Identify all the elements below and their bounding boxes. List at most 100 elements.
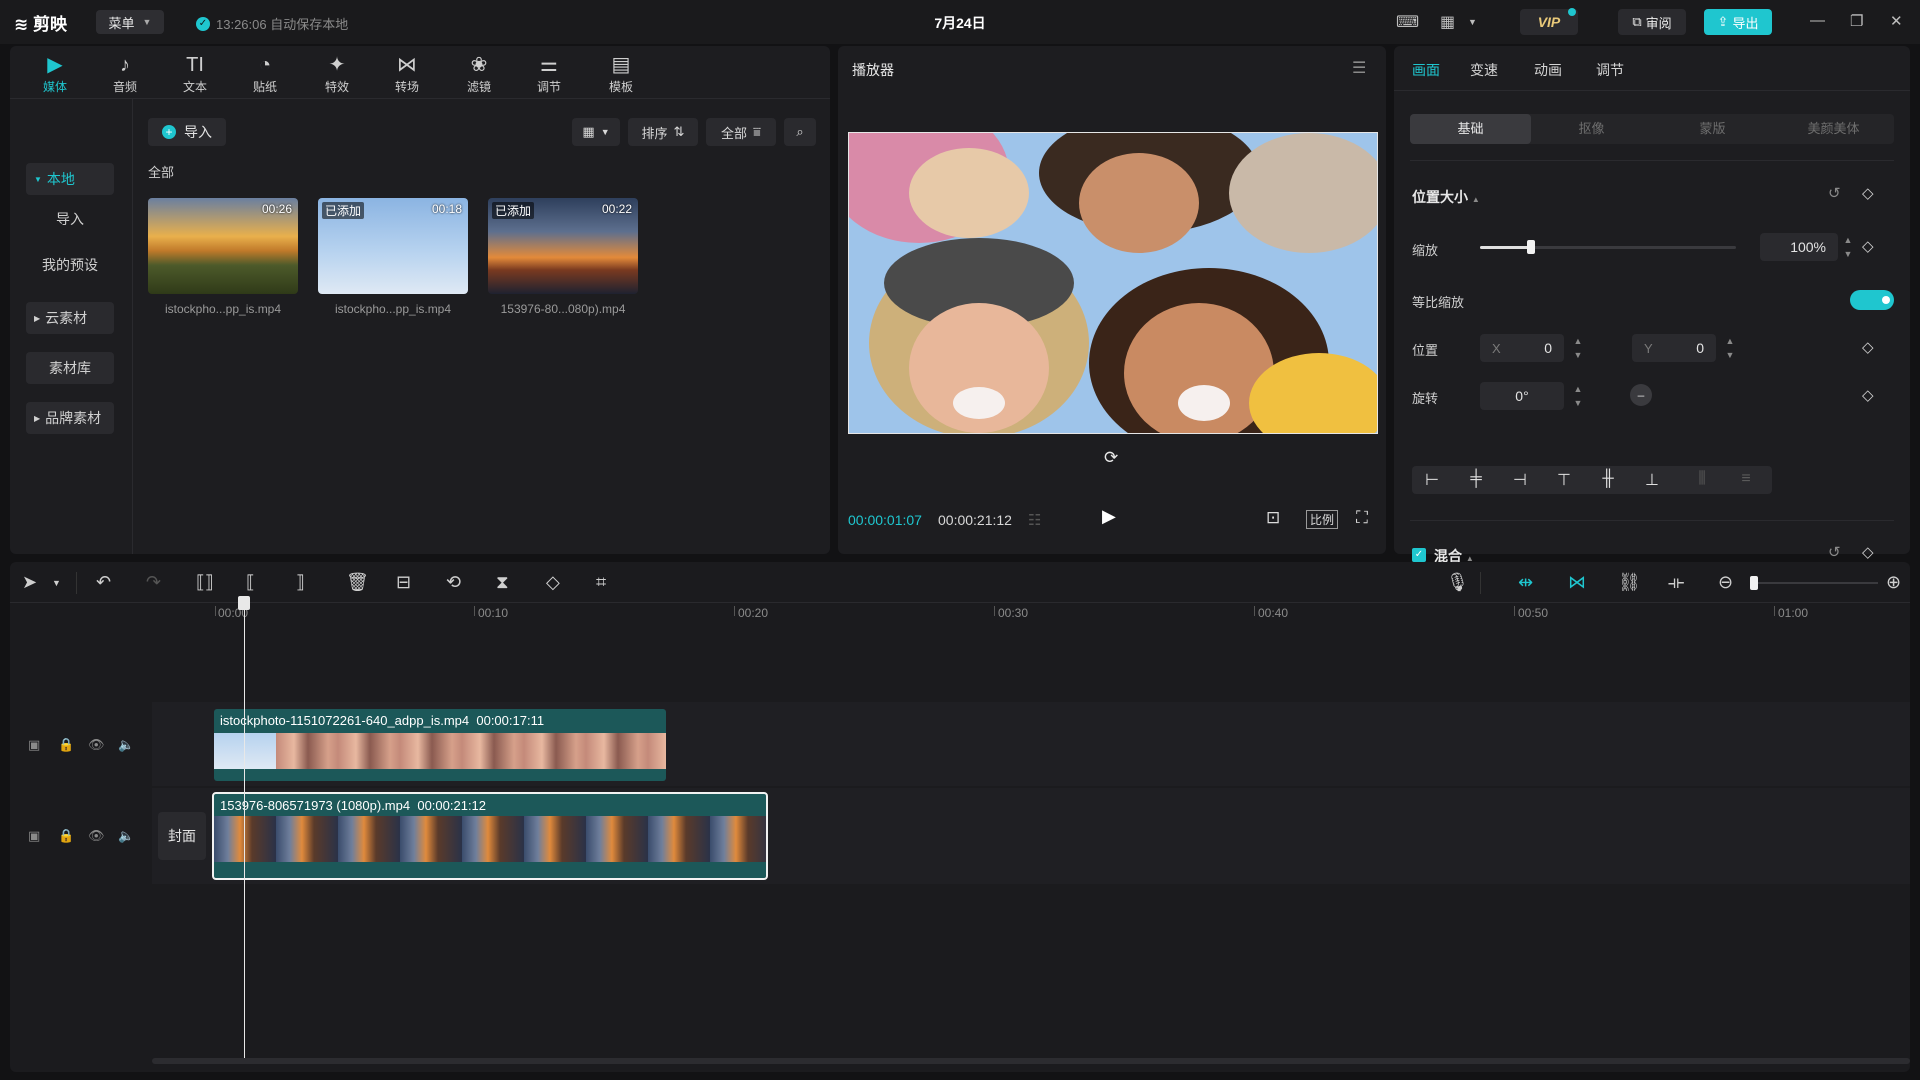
align-bottom-icon[interactable]: ⊥ — [1632, 470, 1672, 490]
split-icon[interactable]: ⟦⟧ — [196, 572, 214, 593]
zoom-out-icon[interactable]: ⊖ — [1718, 572, 1733, 593]
keyframe-icon[interactable]: ◇ — [1862, 543, 1874, 561]
lock-icon[interactable]: 🔒 — [58, 737, 74, 753]
timeline-clip[interactable]: istockphoto-1151072261-640_adpp_is.mp4 0… — [214, 709, 666, 781]
section-position-size[interactable]: 位置大小 ▲ — [1412, 187, 1480, 207]
rotation-stepper[interactable]: ▲ ▼ — [1570, 382, 1586, 410]
sidebar-item-presets[interactable]: 我的预设 — [26, 249, 114, 281]
sidebar-item-local[interactable]: ▼ 本地 — [26, 163, 114, 195]
subtab-beauty[interactable]: 美颜美体 — [1773, 114, 1894, 144]
view-mode-button[interactable]: ▦ ▼ — [572, 118, 620, 146]
filter-button[interactable]: 全部 ⩸ — [706, 118, 776, 146]
tool-text[interactable]: TI 文本 — [164, 52, 226, 95]
lock-icon[interactable]: 🔒 — [58, 828, 74, 844]
tool-media[interactable]: ▶ 媒体 — [24, 52, 86, 95]
timeline-zoom-slider[interactable] — [1750, 576, 1878, 590]
blend-checkbox[interactable]: ✓ — [1412, 548, 1426, 562]
align-center-h-icon[interactable]: ╪ — [1456, 470, 1496, 488]
preview-axis-icon[interactable]: ⟛ — [1668, 572, 1684, 593]
fullscreen-icon[interactable]: ⛶ — [1356, 508, 1368, 528]
tool-audio[interactable]: ♪ 音频 — [94, 52, 156, 95]
reset-icon[interactable]: ↺ — [1828, 184, 1841, 202]
close-icon[interactable]: ✕ — [1890, 12, 1903, 30]
freeze-frame-icon[interactable]: ⊟ — [396, 572, 411, 593]
speaker-icon[interactable]: 🔈 — [118, 737, 134, 753]
tool-sticker[interactable]: ◔ 贴纸 — [234, 52, 296, 95]
split-left-icon[interactable]: ⟦ — [246, 572, 255, 593]
sidebar-item-brand[interactable]: ▶ 品牌素材 — [26, 402, 114, 434]
align-left-icon[interactable]: ⊢ — [1412, 470, 1452, 490]
rotate-camera-icon[interactable]: ⟳ — [1104, 448, 1118, 468]
tool-adjust[interactable]: ⚌ 调节 — [518, 52, 580, 95]
align-top-icon[interactable]: ⊤ — [1544, 470, 1584, 490]
select-tool-icon[interactable]: ➤ — [22, 572, 37, 593]
video-preview[interactable] — [848, 132, 1378, 434]
media-thumbnail[interactable]: 00:26 — [148, 198, 298, 294]
scale-slider-handle[interactable] — [1527, 240, 1536, 254]
tab-adjust[interactable]: 调节 — [1596, 60, 1624, 80]
speaker-icon[interactable]: 🔈 — [118, 828, 134, 844]
reverse-icon[interactable]: ⟲ — [446, 572, 461, 593]
hamburger-menu-icon[interactable]: ☰ — [1352, 58, 1366, 78]
rotate-icon[interactable]: ◇ — [546, 572, 560, 593]
position-y-input[interactable]: Y0 — [1632, 334, 1716, 362]
sidebar-item-cloud[interactable]: ▶ 云素材 — [26, 302, 114, 334]
keyframe-icon[interactable]: ◇ — [1862, 338, 1874, 356]
playhead-handle[interactable] — [238, 596, 250, 610]
tab-animation[interactable]: 动画 — [1534, 60, 1562, 80]
waveform-icon[interactable]: ☷ — [1028, 511, 1041, 529]
tab-picture[interactable]: 画面 — [1412, 60, 1440, 80]
review-button[interactable]: ⧉ 审阅 — [1618, 9, 1686, 35]
menu-button[interactable]: 菜单 ▼ — [96, 10, 164, 34]
split-right-icon[interactable]: ⟧ — [296, 572, 305, 593]
restore-icon[interactable]: ❐ — [1850, 12, 1863, 30]
timeline-clip-selected[interactable]: 153976-806571973 (1080p).mp4 00:00:21:12 — [212, 792, 768, 880]
subtab-cutout[interactable]: 抠像 — [1531, 114, 1652, 144]
position-x-stepper[interactable]: ▲ ▼ — [1570, 334, 1586, 362]
link-icon[interactable]: ⛓ — [1618, 572, 1641, 593]
uniform-scale-toggle[interactable] — [1850, 290, 1894, 310]
position-x-input[interactable]: X0 — [1480, 334, 1564, 362]
reset-icon[interactable]: ↺ — [1828, 543, 1841, 561]
sort-button[interactable]: 排序 ⇅ — [628, 118, 698, 146]
scale-slider[interactable] — [1480, 240, 1736, 254]
shortcut-keyboard-icon[interactable]: ⌨ — [1396, 12, 1419, 32]
undo-icon[interactable]: ↶ — [96, 572, 111, 593]
align-center-v-icon[interactable]: ╫ — [1588, 470, 1628, 488]
keyframe-icon[interactable]: ◇ — [1862, 386, 1874, 404]
search-button[interactable]: ⌕ — [784, 118, 816, 146]
align-right-icon[interactable]: ⊣ — [1500, 470, 1540, 490]
minimize-icon[interactable]: — — [1810, 12, 1825, 29]
aspect-ratio-button[interactable]: 比例 — [1306, 510, 1339, 529]
timeline-scrollbar[interactable] — [152, 1058, 1910, 1064]
scale-stepper[interactable]: ▲ ▼ — [1840, 233, 1856, 261]
zoom-fit-icon[interactable]: ⊡ — [1266, 508, 1280, 528]
export-button[interactable]: ⇪ 导出 — [1704, 9, 1772, 35]
chevron-down-icon[interactable]: ▼ — [52, 578, 61, 588]
chevron-down-icon[interactable]: ▼ — [1468, 17, 1477, 27]
media-thumbnail[interactable]: 已添加 00:18 — [318, 198, 468, 294]
crop-icon[interactable]: ⌗ — [596, 572, 606, 593]
timeline-zoom-handle[interactable] — [1750, 576, 1758, 590]
tool-transition[interactable]: ⋈ 转场 — [376, 52, 438, 95]
layout-icon[interactable]: ▦ — [1440, 12, 1455, 32]
sidebar-item-library[interactable]: 素材库 — [26, 352, 114, 384]
tool-filter[interactable]: ❀ 滤镜 — [448, 52, 510, 95]
rotation-dial[interactable]: – — [1630, 384, 1652, 406]
microphone-icon[interactable]: 🎙 — [1446, 572, 1469, 593]
play-button[interactable]: ▶ — [1102, 506, 1116, 527]
mirror-icon[interactable]: ⧗ — [496, 572, 509, 593]
position-y-stepper[interactable]: ▲ ▼ — [1722, 334, 1738, 362]
import-button[interactable]: + 导入 — [148, 118, 226, 146]
cover-button[interactable]: 封面 — [158, 812, 206, 860]
tab-speed[interactable]: 变速 — [1470, 60, 1498, 80]
sidebar-item-import[interactable]: 导入 — [26, 203, 114, 235]
keyframe-icon[interactable]: ◇ — [1862, 237, 1874, 255]
rotation-input[interactable]: 0° — [1480, 382, 1564, 410]
auto-snap-icon[interactable]: ⋈ — [1568, 572, 1586, 593]
main-track-magnet-icon[interactable]: ⇹ — [1518, 572, 1533, 593]
eye-icon[interactable]: 👁 — [88, 828, 105, 844]
media-thumbnail[interactable]: 已添加 00:22 — [488, 198, 638, 294]
subtab-mask[interactable]: 蒙版 — [1652, 114, 1773, 144]
keyframe-icon[interactable]: ◇ — [1862, 184, 1874, 202]
